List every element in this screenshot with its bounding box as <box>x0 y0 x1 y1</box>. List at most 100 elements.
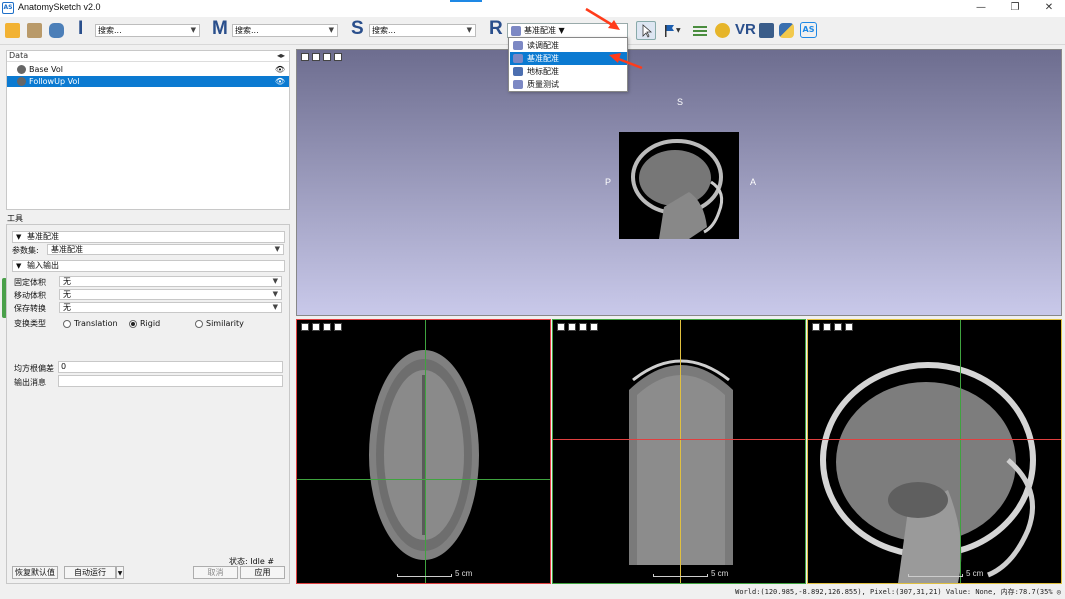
orientation-s: S <box>677 97 684 107</box>
database-icon[interactable] <box>49 23 64 38</box>
fit-icon[interactable] <box>834 323 842 331</box>
svg-text:▼: ▼ <box>676 27 681 34</box>
maximize-view-icon[interactable] <box>334 53 342 61</box>
puzzle-icon <box>511 26 521 36</box>
radio-label: Similarity <box>206 319 244 328</box>
view-toolbar <box>301 53 345 61</box>
reset-defaults-button[interactable]: 恢复默认值 <box>12 566 58 579</box>
list-icon[interactable] <box>692 23 707 38</box>
layout-icon[interactable] <box>812 323 820 331</box>
crosshair-vertical <box>960 320 961 583</box>
landmark-icon <box>513 67 523 76</box>
crosshair-horizontal <box>553 439 805 440</box>
coronal-image <box>629 359 733 565</box>
layout-icon[interactable] <box>301 53 309 61</box>
collapse-icon: ◂▸ <box>276 51 285 60</box>
fit-icon[interactable] <box>323 323 331 331</box>
minimize-button[interactable]: — <box>967 0 995 17</box>
search-input-i[interactable]: 搜索... ▼ <box>95 24 200 37</box>
python-icon[interactable] <box>779 23 794 38</box>
scale-label: 5 cm <box>455 569 473 578</box>
s-label: S <box>351 18 364 39</box>
tools-label: 工具 <box>7 214 23 223</box>
radio-label: Translation <box>74 319 118 328</box>
search-input-m[interactable]: 搜索... ▼ <box>232 24 338 37</box>
maximize-view-icon[interactable] <box>590 323 598 331</box>
puzzle-icon <box>513 80 523 89</box>
fit-icon[interactable] <box>579 323 587 331</box>
radio-similarity[interactable] <box>195 320 203 328</box>
dropdown-item[interactable]: 质量测试 <box>510 78 627 91</box>
chevron-down-icon: ▼ <box>272 290 278 298</box>
rms-field[interactable]: 0 <box>58 361 283 373</box>
radio-rigid[interactable] <box>129 320 137 328</box>
scale-label: 5 cm <box>966 569 984 578</box>
layout-icon[interactable] <box>557 323 565 331</box>
collapse-triangle-icon: ▼ <box>16 233 22 241</box>
view-coronal[interactable]: 5 cm <box>552 319 806 584</box>
view-toolbar <box>812 323 856 331</box>
auto-run-menu-button[interactable]: ▼ <box>116 566 124 579</box>
as-icon[interactable]: AS <box>800 22 817 38</box>
pencil-icon[interactable] <box>715 23 730 38</box>
eye-icon: 👁 <box>274 65 285 74</box>
radio-translation[interactable] <box>63 320 71 328</box>
eye-icon: 👁 <box>274 77 285 86</box>
snapshot-icon[interactable] <box>568 323 576 331</box>
data-panel-header: Data ◂▸ <box>7 51 289 62</box>
chevron-down-icon: ▼ <box>558 26 565 35</box>
cursor-icon[interactable] <box>636 21 656 40</box>
m-label: M <box>212 18 228 39</box>
orientation-p: P <box>605 177 612 187</box>
save-transform-combo[interactable]: 无 ▼ <box>59 302 282 313</box>
puzzle-icon <box>513 54 523 63</box>
cancel-button[interactable]: 取消 <box>193 566 238 579</box>
crosshair-horizontal <box>808 439 1061 440</box>
close-button[interactable]: ✕ <box>1035 0 1063 17</box>
fit-icon[interactable] <box>323 53 331 61</box>
moving-volume-combo[interactable]: 无 ▼ <box>59 289 282 300</box>
tools-panel: ▼ 基准配准 参数集: 基准配准 ▼ ▼ 输入输出 固定体积 无 ▼ 移动体积 无 ▼ 保… <box>6 224 290 584</box>
puzzle-icon <box>513 41 523 50</box>
moving-volume-label: 移动体积 <box>14 291 46 300</box>
fixed-volume-combo[interactable]: 无 ▼ <box>59 276 282 287</box>
view-axial[interactable]: 5 cm <box>296 319 551 584</box>
transform-type-label: 变换类型 <box>14 319 46 328</box>
view-3d[interactable]: S P A <box>296 49 1062 316</box>
vr-icon[interactable]: VR <box>735 21 756 38</box>
screen-icon[interactable] <box>759 23 774 38</box>
title-bar: AS AnatomySketch v2.0 — ❐ ✕ <box>0 0 1065 17</box>
output-field[interactable] <box>58 375 283 387</box>
i-label: I <box>78 18 84 39</box>
section-header-registration[interactable]: ▼ 基准配准 <box>12 231 285 243</box>
snapshot-icon[interactable] <box>823 323 831 331</box>
fixed-volume-label: 固定体积 <box>14 278 46 287</box>
collapse-triangle-icon: ▼ <box>16 262 22 270</box>
flag-icon[interactable]: ▼ <box>663 23 681 38</box>
section-header-io[interactable]: ▼ 输入输出 <box>12 260 285 272</box>
data-row-selected[interactable]: FollowUp Vol 👁 <box>7 76 289 87</box>
maximize-view-icon[interactable] <box>334 323 342 331</box>
apply-button[interactable]: 应用 <box>240 566 285 579</box>
r-label: R <box>489 18 503 39</box>
chevron-down-icon: ▼ <box>190 26 196 34</box>
status-bar: World:(120.985,-8.892,126.855), Pixel:(3… <box>735 588 1061 596</box>
maximize-button[interactable]: ❐ <box>1001 0 1029 17</box>
orientation-a: A <box>750 177 757 187</box>
chevron-down-icon: ▼ <box>274 245 280 253</box>
sagittal-image <box>820 362 1036 583</box>
snapshot-icon[interactable] <box>312 53 320 61</box>
radio-label: Rigid <box>140 319 161 328</box>
view-toolbar <box>557 323 601 331</box>
layout-icon[interactable] <box>301 323 309 331</box>
crosshair-vertical <box>680 320 681 583</box>
snapshot-icon[interactable] <box>312 323 320 331</box>
view-sagittal[interactable]: 5 cm <box>807 319 1062 584</box>
open-icon[interactable] <box>27 23 42 38</box>
data-row[interactable]: Base Vol 👁 <box>7 64 289 75</box>
folder-icon[interactable] <box>5 23 20 38</box>
search-input-s[interactable]: 搜索... ▼ <box>369 24 476 37</box>
auto-run-button[interactable]: 自动运行 <box>64 566 116 579</box>
maximize-view-icon[interactable] <box>845 323 853 331</box>
module-combo[interactable]: 基准配准 ▼ <box>47 244 284 255</box>
